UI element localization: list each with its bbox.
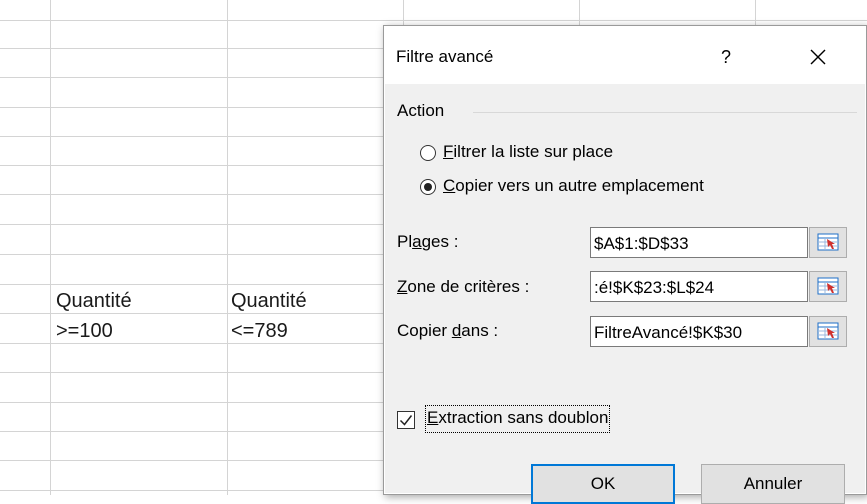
mnemonic-letter: Z	[397, 277, 408, 296]
unique-records-text: Extraction sans doublon	[427, 408, 608, 427]
column-gridline	[50, 0, 51, 495]
dialog-title: Filtre avancé	[396, 47, 494, 66]
close-button[interactable]	[796, 39, 840, 75]
criteria-value-cell[interactable]: >=100	[56, 320, 113, 343]
mnemonic-letter: C	[443, 176, 456, 195]
label-text: ans :	[461, 321, 499, 340]
range-picker-icon	[817, 277, 839, 295]
criteria-value-cell[interactable]: <=789	[231, 320, 288, 343]
mnemonic-letter: F	[443, 142, 454, 161]
cancel-button[interactable]: Annuler	[701, 464, 845, 504]
row-gridline	[0, 20, 867, 21]
copy-to-value: FiltreAvancé!$K$30	[594, 323, 743, 342]
dialog-titlebar[interactable]: Filtre avancé ?	[384, 26, 866, 84]
list-range-picker-button[interactable]	[809, 227, 847, 258]
criteria-range-input[interactable]: :é!$K$23:$L$24	[590, 271, 808, 302]
filter-in-place-radio[interactable]	[420, 145, 436, 161]
column-gridline	[227, 0, 228, 495]
range-picker-icon	[817, 322, 839, 340]
advanced-filter-dialog: Filtre avancé ? Action Filtrer la liste …	[383, 25, 867, 504]
copy-to-picker-button[interactable]	[809, 316, 847, 347]
label-text: Copier	[397, 321, 452, 340]
label-text: Pl	[397, 232, 413, 251]
help-button[interactable]: ?	[704, 39, 748, 75]
list-range-value: $A$1:$D$33	[594, 234, 689, 253]
label-text: one de critères :	[407, 277, 530, 296]
criteria-header-cell[interactable]: Quantité	[56, 290, 132, 313]
copy-to-input[interactable]: FiltreAvancé!$K$30	[590, 316, 808, 347]
group-divider	[473, 112, 857, 113]
criteria-range-value: :é!$K$23:$L$24	[594, 278, 715, 297]
range-picker-icon	[817, 233, 839, 251]
criteria-range-label: Zone de critères :	[397, 277, 529, 297]
unique-records-label[interactable]: Extraction sans doublon	[425, 405, 611, 433]
unique-records-checkbox[interactable]	[397, 411, 415, 429]
dialog-body: Action Filtrer la liste sur place Copier…	[385, 84, 865, 504]
ok-button[interactable]: OK	[531, 464, 675, 504]
filter-in-place-label[interactable]: Filtrer la liste sur place	[443, 142, 613, 162]
list-range-label: Plages :	[397, 232, 458, 252]
copy-to-location-label[interactable]: Copier vers un autre emplacement	[443, 176, 704, 196]
criteria-range-picker-button[interactable]	[809, 271, 847, 302]
mnemonic-letter: d	[451, 321, 462, 340]
label-text: xtraction sans doublon	[438, 408, 609, 427]
list-range-input[interactable]: $A$1:$D$33	[590, 227, 808, 258]
label-text: opier vers un autre emplacement	[455, 176, 704, 195]
label-text: ges :	[421, 232, 459, 251]
copy-to-location-radio[interactable]	[420, 179, 436, 195]
copy-to-label: Copier dans :	[397, 321, 498, 341]
check-icon	[399, 415, 413, 426]
close-icon	[810, 49, 826, 65]
label-text: iltrer la liste sur place	[453, 142, 614, 161]
criteria-header-cell[interactable]: Quantité	[231, 290, 307, 313]
mnemonic-letter: E	[427, 408, 439, 427]
mnemonic-letter: a	[412, 232, 422, 251]
action-group-label: Action	[397, 101, 445, 120]
